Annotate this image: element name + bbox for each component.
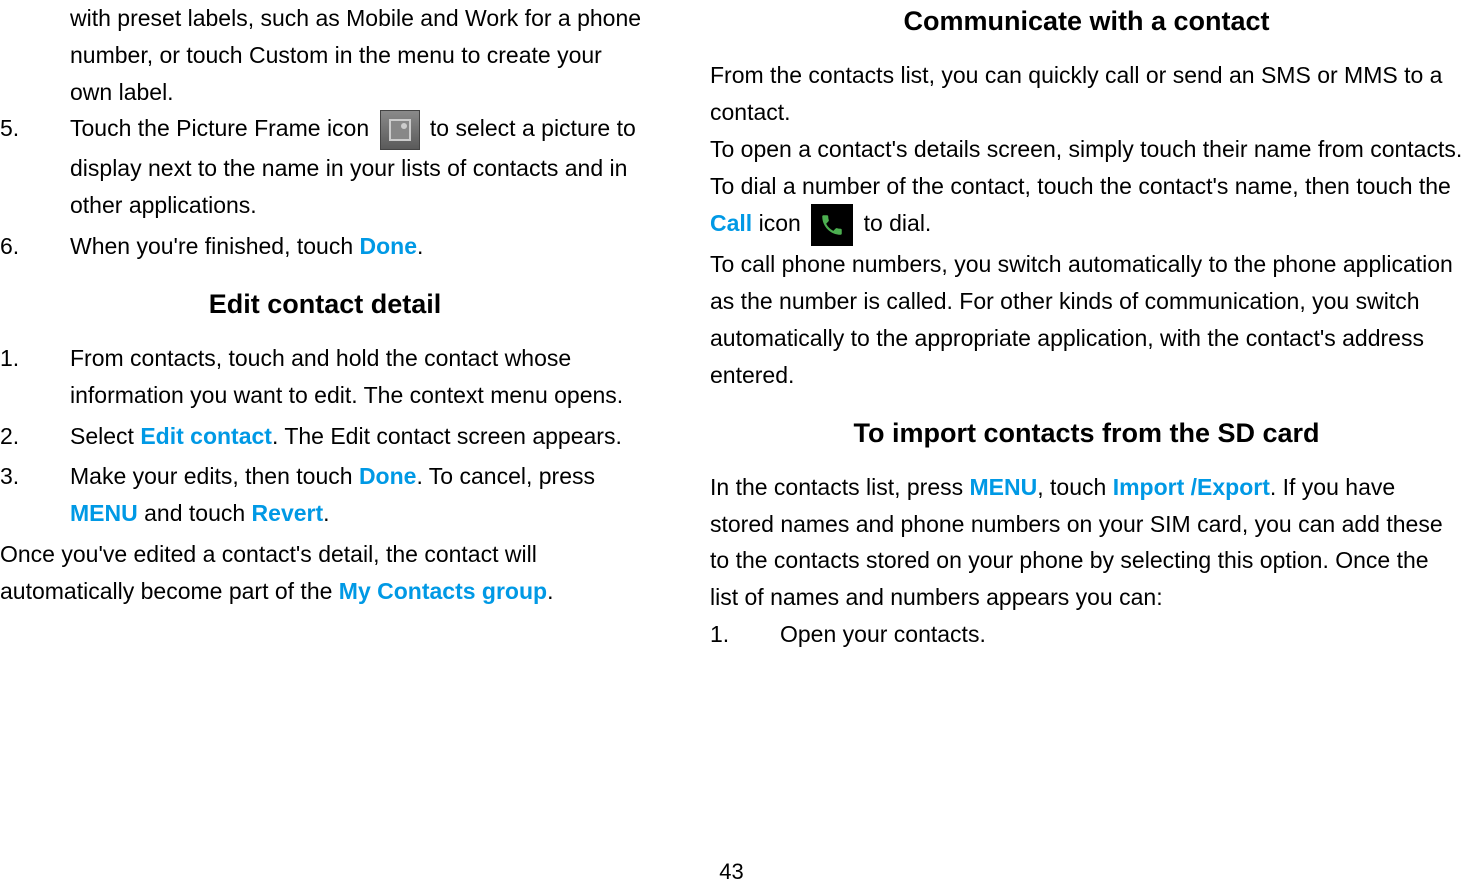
list-content: Touch the Picture Frame icon to select a… xyxy=(70,110,650,224)
highlight-done: Done xyxy=(360,233,418,259)
body-text: . xyxy=(323,500,329,526)
body-text: and touch xyxy=(138,500,252,526)
list-number: 1. xyxy=(0,340,70,414)
highlight-menu: MENU xyxy=(970,474,1038,500)
highlight-call: Call xyxy=(710,210,752,236)
highlight-menu: MENU xyxy=(70,500,138,526)
right-column: Communicate with a contact From the cont… xyxy=(700,0,1463,657)
list-item-6: 6. When you're finished, touch Done. xyxy=(0,228,650,265)
list-number: 6. xyxy=(0,228,70,265)
heading-communicate: Communicate with a contact xyxy=(710,0,1463,43)
list-item-edit-2: 2. Select Edit contact. The Edit contact… xyxy=(0,418,650,455)
heading-edit-contact: Edit contact detail xyxy=(0,283,650,326)
highlight-my-contacts: My Contacts group xyxy=(339,578,547,604)
body-text: . xyxy=(417,233,423,259)
document-page: with preset labels, such as Mobile and W… xyxy=(0,0,1463,657)
list-content: Open your contacts. xyxy=(780,616,1463,653)
body-text: , touch xyxy=(1037,474,1112,500)
page-number: 43 xyxy=(719,854,743,889)
paragraph: To call phone numbers, you switch automa… xyxy=(710,246,1463,393)
highlight-import-export: Import /Export xyxy=(1113,474,1270,500)
paragraph: To dial a number of the contact, touch t… xyxy=(710,168,1463,247)
body-text: . To cancel, press xyxy=(416,463,595,489)
list-number: 3. xyxy=(0,458,70,532)
paragraph: In the contacts list, press MENU, touch … xyxy=(710,469,1463,616)
list-item-continuation: with preset labels, such as Mobile and W… xyxy=(70,0,650,110)
highlight-revert: Revert xyxy=(252,500,324,526)
body-text: with preset labels, such as Mobile and W… xyxy=(70,5,641,105)
list-number: 2. xyxy=(0,418,70,455)
body-text: icon xyxy=(752,210,807,236)
footer-paragraph: Once you've edited a contact's detail, t… xyxy=(0,536,650,610)
paragraph: To open a contact's details screen, simp… xyxy=(710,131,1463,168)
body-text: Touch the Picture Frame icon xyxy=(70,115,369,141)
list-content: When you're finished, touch Done. xyxy=(70,228,650,265)
list-number: 1. xyxy=(710,616,780,653)
list-content: From contacts, touch and hold the contac… xyxy=(70,340,650,414)
heading-import: To import contacts from the SD card xyxy=(710,412,1463,455)
body-text: When you're finished, touch xyxy=(70,233,360,259)
body-text: Make your edits, then touch xyxy=(70,463,359,489)
list-content: Select Edit contact. The Edit contact sc… xyxy=(70,418,650,455)
body-text: . The Edit contact screen appears. xyxy=(272,423,622,449)
highlight-edit-contact: Edit contact xyxy=(140,423,272,449)
body-text: . xyxy=(547,578,553,604)
body-text: Select xyxy=(70,423,140,449)
list-item-edit-3: 3. Make your edits, then touch Done. To … xyxy=(0,458,650,532)
list-item-5: 5. Touch the Picture Frame icon to selec… xyxy=(0,110,650,224)
body-text: to dial. xyxy=(864,210,932,236)
body-text: In the contacts list, press xyxy=(710,474,970,500)
body-text: To dial a number of the contact, touch t… xyxy=(710,173,1451,199)
list-item-edit-1: 1. From contacts, touch and hold the con… xyxy=(0,340,650,414)
picture-frame-icon xyxy=(380,110,420,150)
paragraph: From the contacts list, you can quickly … xyxy=(710,57,1463,131)
list-item-import-1: 1. Open your contacts. xyxy=(710,616,1463,653)
left-column: with preset labels, such as Mobile and W… xyxy=(0,0,660,657)
call-icon xyxy=(811,204,853,246)
highlight-done: Done xyxy=(359,463,417,489)
list-content: Make your edits, then touch Done. To can… xyxy=(70,458,650,532)
list-number: 5. xyxy=(0,110,70,224)
